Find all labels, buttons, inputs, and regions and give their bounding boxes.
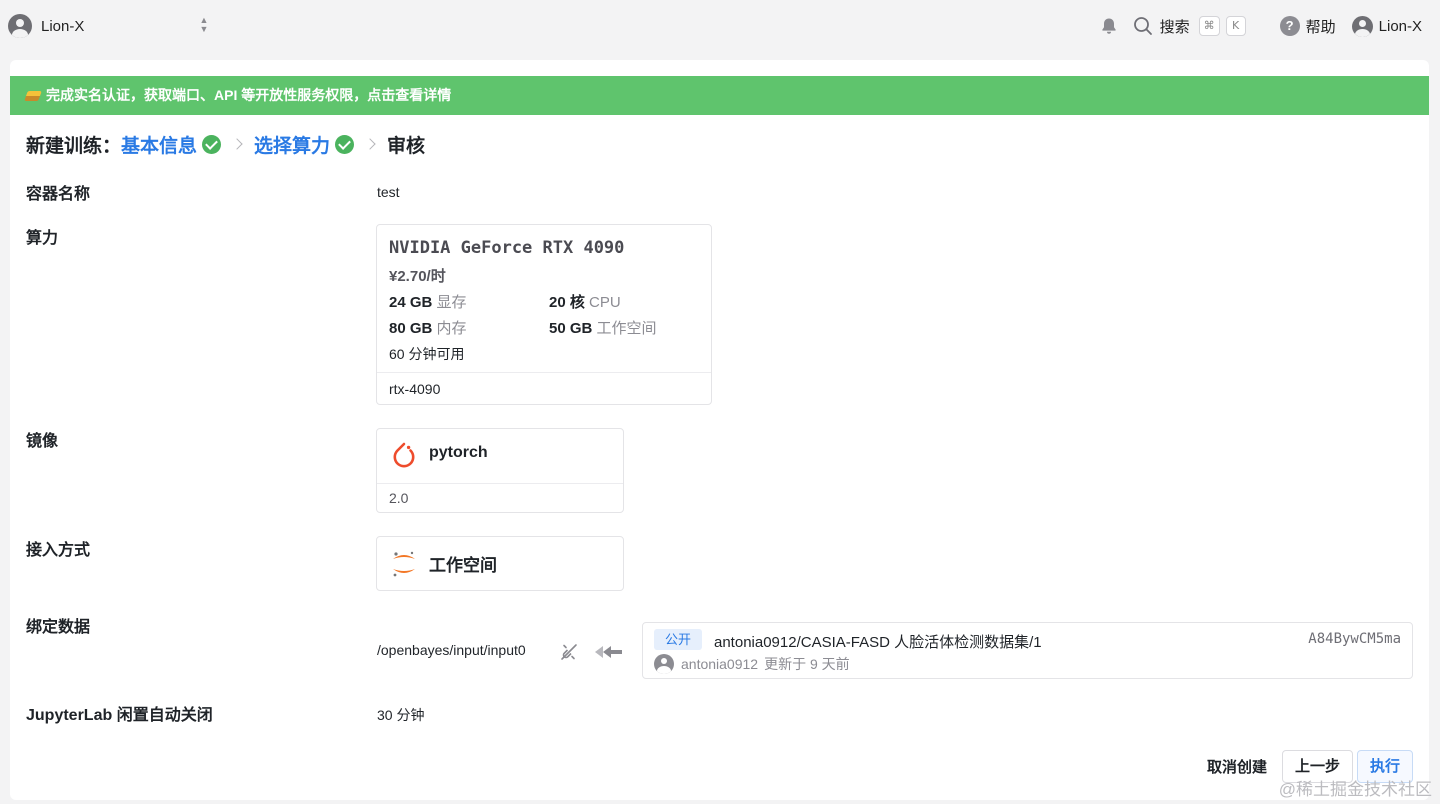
pytorch-icon	[393, 442, 415, 468]
search-button[interactable]: 搜索 ⌘ K	[1133, 16, 1252, 37]
gpu-price: ¥2.70/时	[389, 268, 446, 285]
step-select-compute[interactable]: 选择算力	[254, 131, 330, 158]
binding-path: /openbayes/input/input0	[377, 642, 526, 658]
gpu-card: NVIDIA GeForce RTX 4090 ¥2.70/时 24 GB 显存…	[376, 224, 712, 405]
compute-label: 算力	[26, 230, 59, 247]
spec-cpu: 20 核 CPU	[549, 294, 621, 311]
help-icon: ?	[1279, 16, 1300, 36]
top-bar: Lion-X ▲ ▼ 搜索 ⌘ K ? 帮助 Lion-X	[0, 0, 1440, 54]
org-switcher[interactable]: Lion-X ▲ ▼	[8, 12, 214, 40]
access-name: 工作空间	[429, 556, 497, 575]
help-label: 帮助	[1305, 18, 1336, 36]
org-name: Lion-X	[41, 17, 85, 35]
jupyter-icon	[393, 551, 415, 577]
cancel-create-button[interactable]: 取消创建	[1207, 756, 1267, 777]
image-label: 镜像	[26, 433, 59, 450]
user-name: Lion-X	[1378, 17, 1422, 35]
bell-icon[interactable]	[1099, 16, 1119, 36]
help-button[interactable]: ? 帮助	[1279, 16, 1336, 37]
org-avatar-icon	[8, 14, 32, 38]
shortcut-key-cmd: ⌘	[1198, 16, 1220, 36]
chevron-right-icon	[364, 138, 376, 150]
gpu-name: NVIDIA GeForce RTX 4090	[389, 238, 625, 258]
container-name-value: test	[377, 184, 400, 200]
spec-vram: 24 GB 显存	[389, 294, 467, 311]
container-name-label: 容器名称	[26, 186, 91, 203]
chevron-updown-icon: ▲ ▼	[199, 15, 209, 34]
dataset-updated: 更新于 9 天前	[764, 656, 850, 672]
banner-text: 完成实名认证，获取端口、API 等开放性服务权限，点击查看详情	[46, 87, 452, 103]
double-arrow-left-icon	[595, 646, 622, 658]
image-version: 2.0	[377, 483, 623, 513]
spec-workspace: 50 GB 工作空间	[549, 320, 657, 337]
search-label: 搜索	[1159, 18, 1190, 36]
spec-ram: 80 GB 内存	[389, 320, 467, 337]
dataset-name: antonia0912/CASIA-FASD 人脸活体检测数据集/1	[714, 634, 1042, 651]
image-card: pytorch 2.0	[376, 428, 624, 513]
gpu-code: rtx-4090	[377, 372, 711, 405]
visibility-badge: 公开	[654, 629, 703, 650]
user-avatar-icon	[1351, 15, 1373, 37]
access-label: 接入方式	[26, 542, 91, 559]
dataset-meta: antonia0912 更新于 9 天前	[654, 654, 850, 674]
dataset-hash: A84BywCM5ma	[1308, 631, 1401, 647]
step-review: 审核	[387, 135, 426, 157]
dataset-card[interactable]: 公开 antonia0912/CASIA-FASD 人脸活体检测数据集/1 A8…	[642, 622, 1413, 679]
binding-label: 绑定数据	[26, 619, 91, 636]
unlink-icon[interactable]	[559, 642, 579, 662]
steps-prefix: 新建训练：	[26, 135, 122, 157]
image-name: pytorch	[429, 444, 488, 461]
breadcrumb-steps: 新建训练： 基本信息 选择算力 审核	[26, 130, 425, 158]
flag-icon	[24, 91, 42, 101]
dataset-owner: antonia0912	[681, 656, 759, 672]
shortcut-key-k: K	[1225, 16, 1246, 36]
owner-avatar-icon	[654, 654, 674, 674]
top-right-toolbar: 搜索 ⌘ K ? 帮助 Lion-X	[1099, 12, 1422, 40]
step-basic-info[interactable]: 基本信息	[121, 131, 197, 158]
gpu-availability: 60 分钟可用	[389, 346, 465, 362]
chevron-right-icon	[231, 138, 243, 150]
idle-shutdown-value: 30 分钟	[377, 707, 425, 723]
verification-banner[interactable]: 完成实名认证，获取端口、API 等开放性服务权限，点击查看详情	[10, 76, 1429, 115]
user-menu[interactable]: Lion-X	[1351, 15, 1422, 37]
check-circle-icon	[202, 134, 222, 154]
check-circle-icon	[335, 134, 355, 154]
search-icon	[1133, 17, 1152, 35]
access-card: 工作空间	[376, 536, 624, 591]
main-panel: 完成实名认证，获取端口、API 等开放性服务权限，点击查看详情 新建训练： 基本…	[10, 60, 1429, 800]
idle-shutdown-label: JupyterLab 闲置自动关闭	[26, 707, 213, 724]
watermark: @稀土掘金技术社区	[1278, 780, 1432, 799]
